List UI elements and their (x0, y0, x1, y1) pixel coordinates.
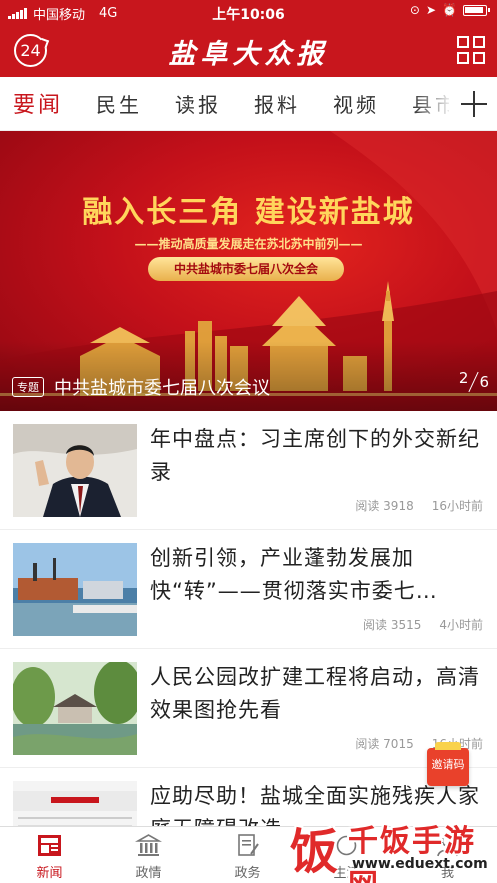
nav-label: 新闻 (36, 866, 63, 881)
banner-tag: 专题 (12, 377, 44, 397)
battery-icon (463, 4, 490, 16)
watermark-glyph: 饭 (290, 824, 339, 880)
news-meta: 阅读 3515 4小时前 (363, 616, 483, 633)
news-thumbnail (13, 662, 137, 755)
news-item[interactable]: 创新引领，产业蓬勃发展加快“转”——贯彻落实市委七… 阅读 3515 4小时前 (0, 530, 497, 649)
news-time: 4小时前 (439, 618, 483, 632)
news-time: 16小时前 (431, 499, 483, 513)
app-logo: 盐阜大众报 (168, 39, 329, 70)
banner-page-total: 6 (479, 373, 489, 391)
tab-baoliao[interactable]: 报料 (254, 89, 300, 118)
building-icon (135, 834, 162, 856)
alarm-icon: ⏰ (442, 3, 457, 17)
tab-yaowen[interactable]: 要闻 (13, 87, 63, 119)
news-thumbnail (13, 424, 137, 517)
banner-carousel[interactable]: 融入长三角 建设新盐城 推动高质量发展走在苏北苏中前列 中共盐城市委七届八次全会… (0, 131, 497, 411)
news-item[interactable]: 年中盘点：习主席创下的外交新纪录 阅读 3918 16小时前 (0, 411, 497, 530)
nav-label: 政情 (135, 866, 162, 881)
nav-label: 政务 (234, 866, 261, 881)
tab-minsheng[interactable]: 民生 (96, 89, 142, 118)
invite-code-button[interactable]: 邀请码 (427, 742, 469, 786)
nav-zhengqing[interactable]: 政情 (99, 827, 198, 883)
tab-dubao[interactable]: 读报 (175, 89, 221, 118)
banner-page-current: 2 (458, 369, 469, 387)
top-bar: 中国移动 4G 上午10:06 ⊙ ➤ ⏰ 24 盐阜大众报 (0, 0, 497, 77)
banner-pill: 中共盐城市委七届八次全会 (148, 257, 344, 281)
banner-caption: 中共盐城市委七届八次会议 (54, 378, 270, 399)
news-item[interactable]: 人民公园改扩建工程将启动，高清效果图抢先看 阅读 701516小时前 (0, 649, 497, 768)
news-title: 年中盘点：习主席创下的外交新纪录 (150, 427, 480, 484)
document-icon (238, 834, 259, 856)
app-header: 24 盐阜大众报 (0, 26, 497, 77)
news-title: 人民公园改扩建工程将启动，高清效果图抢先看 (150, 665, 480, 722)
news-reads: 阅读 7015 (355, 737, 414, 751)
banner-headline: 融入长三角 建设新盐城 (82, 195, 415, 230)
watermark-url: www.eduext.com (352, 856, 488, 872)
channel-tabs: 要闻 民生 读报 报料 视频 县市 (0, 77, 497, 131)
site-watermark: 饭 千饭手游网 www.eduext.com (290, 808, 497, 883)
news-reads: 阅读 3515 (363, 618, 422, 632)
banner-subline: 推动高质量发展走在苏北苏中前列 (0, 235, 497, 252)
watermark-name: 千饭手游网 (348, 824, 476, 883)
tab-shipin[interactable]: 视频 (333, 89, 379, 118)
newspaper-icon (38, 835, 61, 856)
add-channel-button[interactable] (449, 77, 497, 130)
rotation-lock-icon: ⊙ (409, 3, 420, 17)
nav-zhengwu[interactable]: 政务 (198, 827, 297, 883)
news-reads: 阅读 3918 (355, 499, 414, 513)
status-right: ⊙ ➤ ⏰ (409, 3, 490, 17)
news-thumbnail (13, 543, 137, 636)
news-meta: 阅读 3918 16小时前 (355, 497, 483, 514)
news-title: 创新引领，产业蓬勃发展加快“转”——贯彻落实市委七… (150, 546, 438, 603)
status-bar: 中国移动 4G 上午10:06 ⊙ ➤ ⏰ (0, 0, 497, 26)
location-icon: ➤ (425, 3, 437, 17)
nav-news[interactable]: 新闻 (0, 827, 99, 883)
menu-grid-icon[interactable] (457, 36, 485, 64)
tabs-fade (413, 77, 453, 130)
banner-pager: 26 (458, 369, 489, 393)
